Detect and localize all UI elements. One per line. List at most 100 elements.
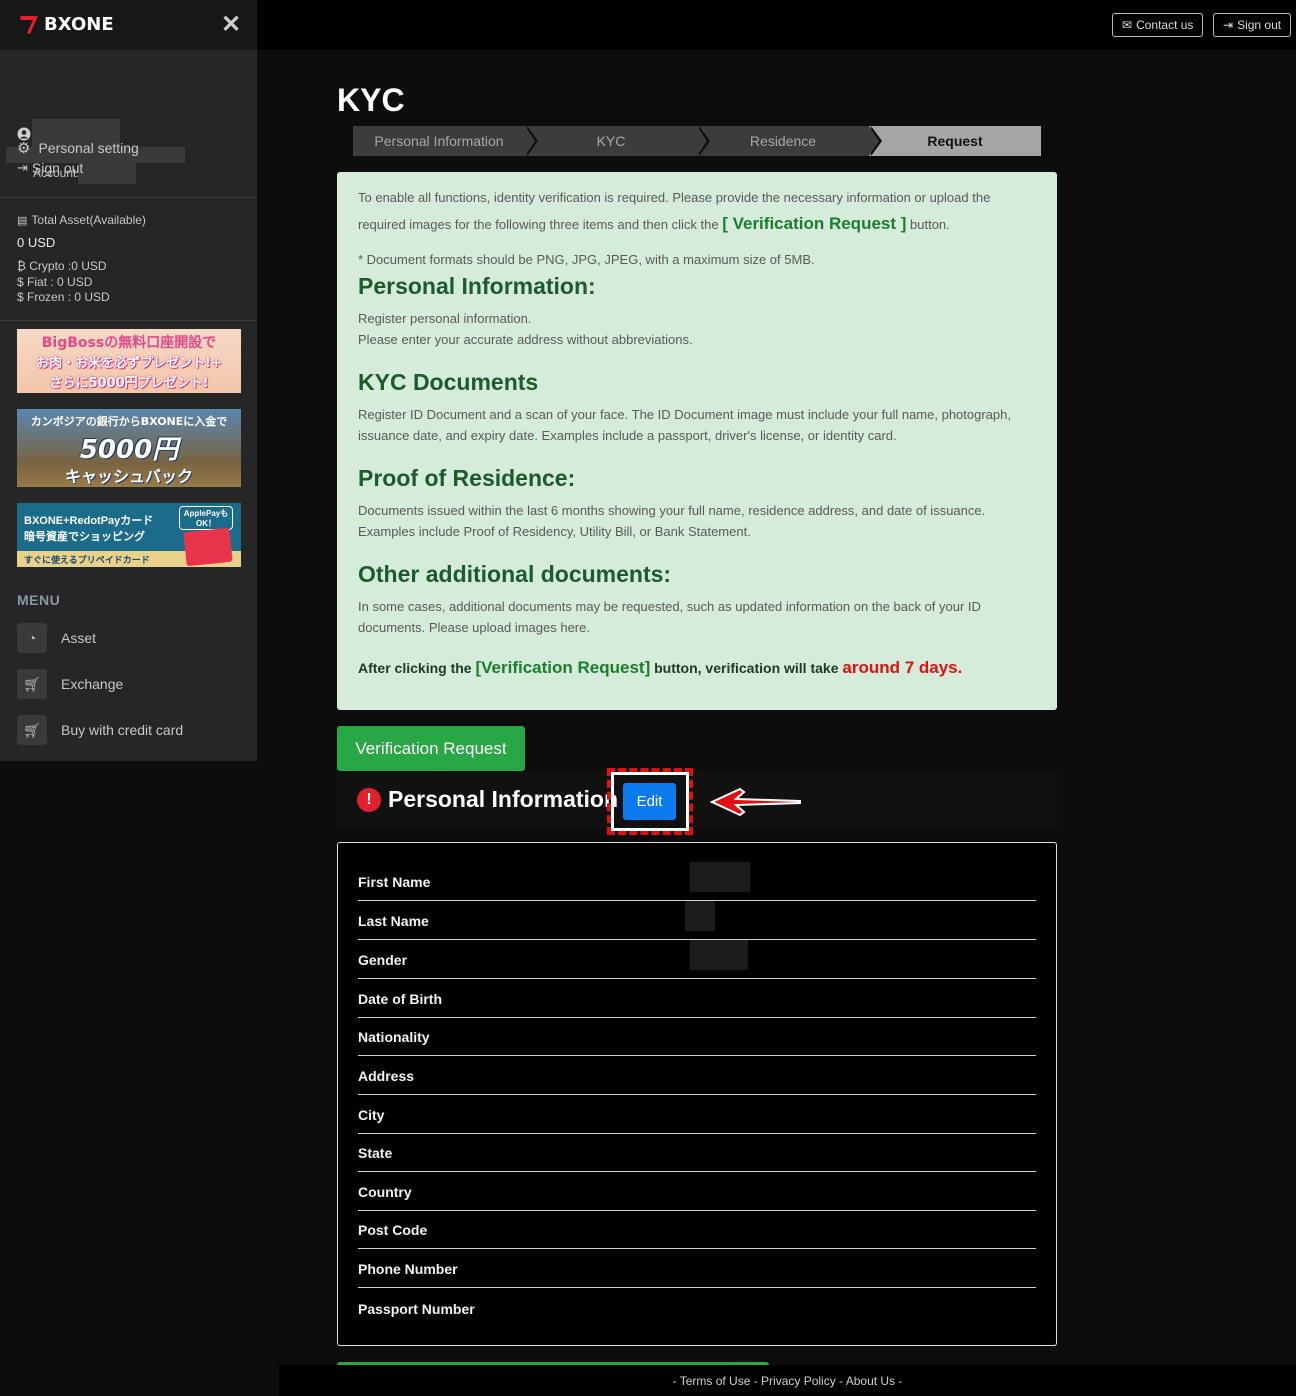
table-row: First Name (358, 862, 1036, 901)
sidebar-item-exchange[interactable]: 🛒︎ Exchange (17, 669, 123, 699)
edit-button[interactable]: Edit (623, 783, 676, 820)
frozen-balance-label: Frozen : 0 USD (27, 290, 110, 304)
brand-name: BXONE (44, 13, 114, 35)
sidebar-sign-out-link[interactable]: ⇥ Sign out (17, 160, 83, 176)
row-label: State (358, 1145, 393, 1161)
final-text-a: After clicking the (358, 660, 476, 676)
warning-icon: ! (357, 788, 381, 812)
banner-line: 5000円 (79, 435, 179, 465)
asset-title: ▤ Total Asset(Available) (17, 213, 146, 227)
step-residence[interactable]: Residence (697, 126, 882, 156)
gauge-icon: ◔ (17, 623, 47, 653)
table-row: Phone Number (358, 1249, 1036, 1288)
sign-out-icon: ⇥ (1223, 18, 1234, 32)
sidebar-item-asset[interactable]: ◔ Asset (17, 623, 96, 653)
step-label: Request (927, 133, 983, 149)
row-label: Last Name (358, 913, 429, 929)
asset-total: 0 USD (17, 235, 56, 250)
final-verification-highlight: [Verification Request] (475, 658, 651, 677)
applepay-badge: ApplePayも OK！ (179, 506, 233, 530)
verification-time-note: After clicking the [Verification Request… (358, 658, 962, 678)
banner-line: BigBossの無料口座開設で (41, 335, 217, 351)
sidebar-sign-out-label: Sign out (31, 160, 84, 176)
promo-banner-redotpay[interactable]: BXONE+RedotPayカード 暗号資産でショッピング すぐに使えるプリペイ… (17, 503, 241, 567)
gear-icon: ⚙ (17, 140, 31, 157)
banner-line: すぐに使えるプリペイドカード (24, 555, 150, 565)
dollar-icon: $ (17, 275, 24, 289)
intro-verification-highlight: [ Verification Request ] (722, 214, 907, 233)
asset-summary: ▤ Total Asset(Available) 0 USD ₿ Crypto … (0, 199, 257, 321)
step-personal-information[interactable]: Personal Information (353, 126, 538, 156)
close-sidebar-icon[interactable]: ✕ (221, 12, 241, 38)
heading-personal-information: Personal Information: (358, 273, 596, 299)
step-request[interactable]: Request (869, 126, 1041, 156)
banner-line: キャッシュバック (64, 467, 193, 486)
final-days-highlight: around 7 days. (842, 658, 963, 677)
row-label: Gender (358, 952, 408, 968)
row-label: Post Code (358, 1222, 428, 1238)
step-label: Residence (749, 133, 817, 149)
bitcoin-icon: ₿ (17, 259, 26, 273)
row-label: Nationality (358, 1029, 430, 1045)
row-label: Passport Number (358, 1301, 475, 1317)
intro-text-b: button. (906, 217, 950, 232)
sidebar-item-label: Buy with credit card (61, 722, 184, 738)
top-bar: ✉ Contact us ⇥ Sign out (257, 0, 1296, 50)
step-label: KYC (596, 133, 626, 149)
step-kyc[interactable]: KYC (525, 126, 710, 156)
personal-info-title: Personal Information (388, 786, 619, 812)
envelope-icon: ✉ (1122, 18, 1133, 32)
personal-text-1: Register personal information. (358, 311, 532, 326)
table-row: Country (358, 1172, 1036, 1211)
banner-line: カンボジアの銀行からBXONEに入金で (30, 415, 228, 428)
kyc-steps: Personal Information KYC Residence Reque… (353, 126, 1041, 156)
table-row: Gender (358, 940, 1036, 979)
banner-line: 暗号資産でショッピング (24, 531, 145, 543)
dollar-icon: $ (17, 290, 24, 304)
kyc-info-panel: To enable all functions, identity verifi… (337, 172, 1057, 710)
personal-setting-link[interactable]: ⚙ Personal setting (17, 139, 139, 157)
promo-banner-bigboss[interactable]: BigBossの無料口座開設で お肉・お米を必ずプレゼント!+ さらに5000円… (17, 329, 241, 393)
heading-kyc-documents: KYC Documents (358, 369, 539, 395)
asset-title-label: Total Asset(Available) (31, 213, 146, 227)
table-row: Passport Number (358, 1288, 1036, 1327)
promo-banner-cambodia[interactable]: カンボジアの銀行からBXONEに入金で 5000円 キャッシュバック (17, 409, 241, 487)
cart-icon: 🛒︎ (17, 715, 47, 745)
row-label: Country (358, 1184, 412, 1200)
fiat-balance-label: Fiat : 0 USD (27, 275, 93, 289)
menu-title: MENU (17, 592, 61, 608)
step-label: Personal Information (374, 133, 504, 149)
final-text-b: button, verification will take (650, 660, 843, 676)
personal-info-table: First Name Last Name Gender Date of Birt… (337, 842, 1057, 1346)
contact-us-button[interactable]: ✉ Contact us (1112, 13, 1204, 37)
card-image (183, 527, 233, 567)
sign-out-icon: ⇥ (17, 160, 28, 175)
row-label: Date of Birth (358, 991, 442, 1007)
banner-line: さらに5000円プレゼント! (49, 376, 209, 391)
redacted-value (690, 862, 750, 892)
page-title: KYC (337, 82, 405, 118)
sidebar-item-label: Asset (61, 630, 97, 646)
row-label: City (358, 1107, 385, 1123)
footer[interactable]: - Terms of Use - Privacy Policy - About … (279, 1365, 1296, 1396)
heading-other-documents: Other additional documents: (358, 561, 672, 587)
intro-text: To enable all functions, identity verifi… (358, 185, 1037, 238)
redacted-value (690, 940, 748, 970)
other-text: In some cases, additional documents may … (358, 599, 981, 635)
verification-request-button[interactable]: Verification Request (337, 726, 525, 771)
brand-logo[interactable]: BXONE (18, 12, 114, 36)
row-label: Address (358, 1068, 415, 1084)
formats-note: * Document formats should be PNG, JPG, J… (358, 252, 815, 267)
logo-bar: BXONE ✕ (0, 0, 257, 50)
fiat-balance: $ Fiat : 0 USD (17, 275, 92, 289)
contact-us-label: Contact us (1136, 18, 1194, 32)
crypto-balance: ₿ Crypto :0 USD (17, 259, 107, 273)
banner-line: BXONE+RedotPayカード (24, 515, 154, 527)
table-row: Last Name (358, 901, 1036, 940)
table-row: Date of Birth (358, 979, 1036, 1018)
row-label: Phone Number (358, 1261, 458, 1277)
table-row: Address (358, 1056, 1036, 1095)
personal-text-2: Please enter your accurate address witho… (358, 332, 693, 347)
sidebar-item-buy-credit-card[interactable]: 🛒︎ Buy with credit card (17, 715, 183, 745)
top-sign-out-button[interactable]: ⇥ Sign out (1213, 13, 1292, 37)
